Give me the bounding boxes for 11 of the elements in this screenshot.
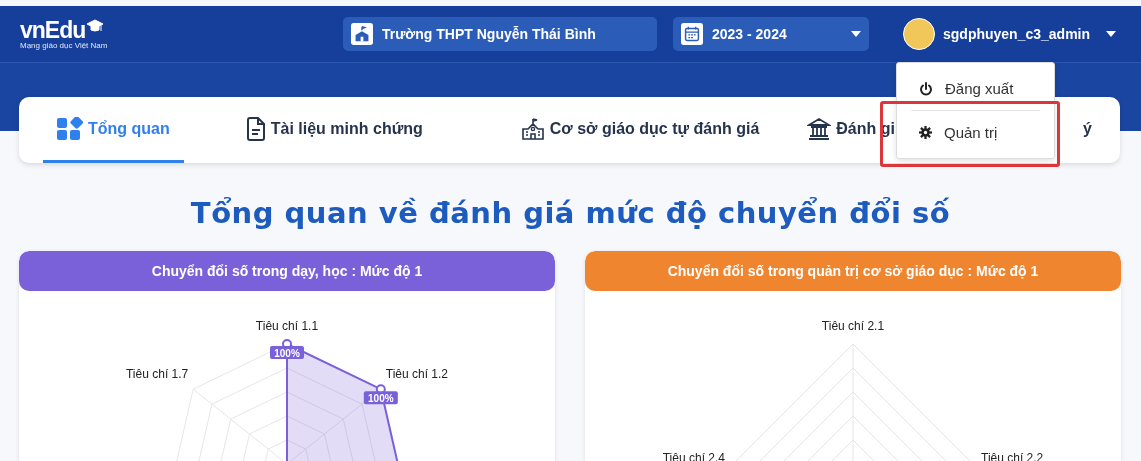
axis-label: Tiêu chí 1.1 xyxy=(255,319,319,333)
axis-label: Tiêu chí 1.7 xyxy=(125,367,189,382)
card-title: Chuyển đổi số trong quản trị cơ sở giáo dục : Mức độ 1 xyxy=(667,263,1039,279)
logo-text: vnEdu xyxy=(20,18,86,41)
axis-label: Tiêu chí 2.1 xyxy=(821,319,885,333)
value-label: 100% xyxy=(363,391,398,405)
card-title: Chuyển đổi số trong dạy, học : Mức độ 1 xyxy=(151,263,423,279)
page-title: Tổng quan về đánh giá mức độ chuyển đổi số xyxy=(189,196,952,230)
value-label: 100% xyxy=(270,346,304,359)
logo-tagline: Mạng giáo dục Việt Nam xyxy=(20,40,109,50)
axis-label: Tiêu chí 1.2 xyxy=(385,367,449,382)
